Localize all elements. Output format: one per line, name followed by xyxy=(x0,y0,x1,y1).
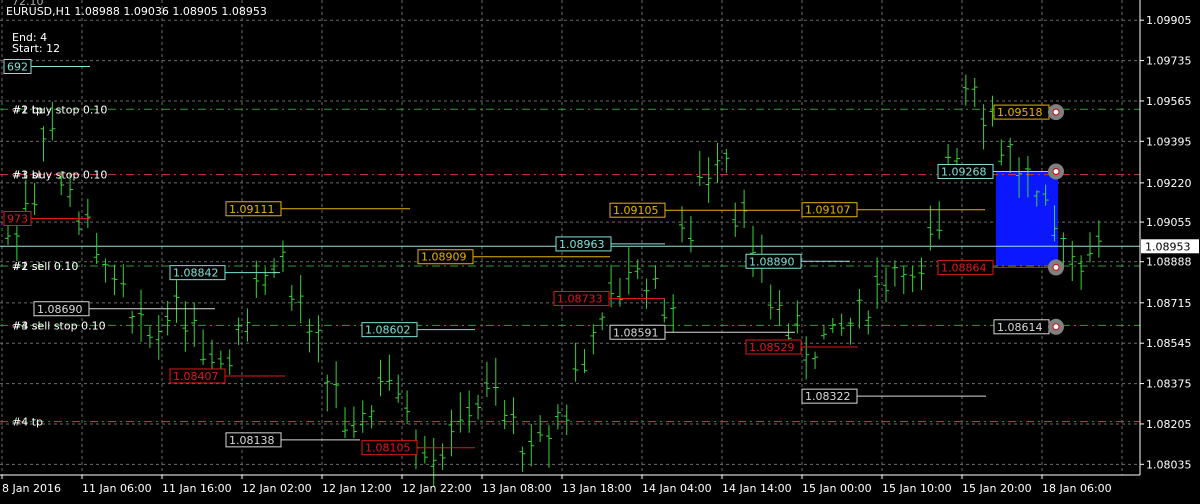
price-tag-label: 1.08690 xyxy=(37,303,83,316)
price-tag-label: 1.08909 xyxy=(421,251,467,264)
symbol-ohlc-header: EURUSD,H1 1.08988 1.09036 1.08905 1.0895… xyxy=(6,5,267,18)
order-handle-dot-icon xyxy=(1052,108,1060,116)
y-tick-label: 1.09395 xyxy=(1146,135,1192,148)
x-tick-label: 13 Jan 08:00 xyxy=(482,482,552,495)
y-tick-label: 1.08035 xyxy=(1146,458,1192,471)
x-tick-label: 14 Jan 04:00 xyxy=(642,482,712,495)
price-tag-label: 1.09111 xyxy=(229,203,275,216)
price-tag-label: 1.08407 xyxy=(173,370,219,383)
price-tag-label: 1.09107 xyxy=(805,204,851,217)
y-tick-label: 1.08375 xyxy=(1146,378,1192,391)
price-chart[interactable]: #1 tp#2 buy stop 0.10#1 sl#3 buy stop 0.… xyxy=(0,0,1200,500)
x-tick-label: 12 Jan 12:00 xyxy=(322,482,392,495)
price-tag-label: 1.09105 xyxy=(613,204,659,217)
price-tag-label: 1.08614 xyxy=(997,321,1043,334)
x-tick-label: 12 Jan 02:00 xyxy=(242,482,312,495)
zone-layer xyxy=(996,171,1058,266)
y-tick-label: 1.09055 xyxy=(1146,216,1192,229)
y-tick-label: 1.08545 xyxy=(1146,337,1192,350)
order-label: #3 sell stop 0.10 xyxy=(12,319,106,332)
order-label: #1 sell 0.10 xyxy=(12,260,78,273)
order-handle-dot-icon xyxy=(1052,323,1060,331)
y-tick-label: 1.09565 xyxy=(1146,95,1192,108)
price-tag-label: 1.08138 xyxy=(229,434,275,447)
x-tick-label: 11 Jan 16:00 xyxy=(162,482,232,495)
price-tag-label: 1.08842 xyxy=(173,267,219,280)
current-price-label: 1.08953 xyxy=(1145,240,1191,253)
price-tag-label: 1.08322 xyxy=(805,390,851,403)
x-tick-label: 13 Jan 18:00 xyxy=(562,482,632,495)
price-tag-label: 1.08890 xyxy=(749,255,795,268)
y-tick-label: 1.09735 xyxy=(1146,55,1192,68)
price-tag-label: 1.08963 xyxy=(559,238,605,251)
y-tick-label: 1.08205 xyxy=(1146,418,1192,431)
price-tag-label: 1.08105 xyxy=(365,442,411,455)
order-label: #4 tp xyxy=(12,416,43,429)
x-tick-label: 15 Jan 20:00 xyxy=(962,482,1032,495)
price-tag-label: 1.08529 xyxy=(749,341,795,354)
x-tick-label: 14 Jan 14:00 xyxy=(722,482,792,495)
x-tick-label: 18 Jan 06:00 xyxy=(1042,482,1112,495)
price-tag-label: 1.09268 xyxy=(941,165,987,178)
chart-window[interactable]: #1 tp #2 buy stop 0.10 #1 sl #3 buy stop 0.… xyxy=(0,0,1200,500)
y-tick-label: 1.08888 xyxy=(1146,256,1192,269)
price-tag-label: 692 xyxy=(7,61,28,74)
x-tick-label: 15 Jan 00:00 xyxy=(802,482,872,495)
order-handle-dot-icon xyxy=(1052,167,1060,175)
start-label: Start: 12 xyxy=(12,42,61,55)
order-handle-dot-icon xyxy=(1052,263,1060,271)
price-tag-label: 1.08602 xyxy=(365,324,411,337)
price-tag-label: 1.08733 xyxy=(557,293,603,306)
order-zone xyxy=(996,171,1058,266)
price-tag-label: 973 xyxy=(7,213,28,226)
price-tag-label: 1.08864 xyxy=(941,261,987,274)
order-label: #3 buy stop 0.10 xyxy=(12,169,107,182)
y-tick-label: 1.09905 xyxy=(1146,14,1192,27)
y-tick-label: 1.08715 xyxy=(1146,297,1192,310)
x-tick-label: 11 Jan 06:00 xyxy=(82,482,152,495)
y-tick-label: 1.09220 xyxy=(1146,177,1192,190)
price-tag-label: 1.08591 xyxy=(613,326,659,339)
x-tick-label: 12 Jan 22:00 xyxy=(402,482,472,495)
x-tick-label: 8 Jan 2016 xyxy=(2,482,61,495)
x-tick-label: 15 Jan 10:00 xyxy=(882,482,952,495)
order-label: #2 buy stop 0.10 xyxy=(12,103,107,116)
price-tag-label: 1.09518 xyxy=(997,106,1043,119)
